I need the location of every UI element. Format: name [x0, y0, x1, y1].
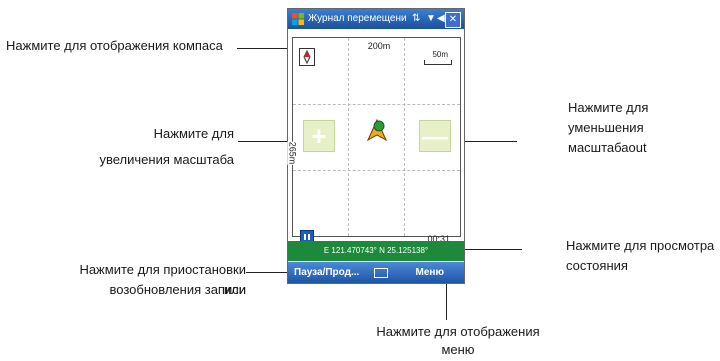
- ruler-icon: [424, 60, 452, 65]
- leader-status: [462, 249, 522, 250]
- minus-icon: —: [422, 121, 448, 151]
- grid-line: [404, 38, 405, 236]
- scale-top-label: 200m: [359, 41, 399, 51]
- keyboard-icon[interactable]: [374, 268, 388, 278]
- connectivity-icon[interactable]: ⇅: [412, 13, 420, 24]
- callout-zoom-in-2: увеличения масштаба: [99, 152, 234, 167]
- scale-side-label: 265m: [287, 141, 298, 165]
- zoom-in-button[interactable]: +: [303, 120, 335, 152]
- compass-icon: [303, 49, 311, 65]
- callout-menu-1: Нажмите для отображения: [376, 324, 540, 339]
- title-bar: Журнал перемещени ⇅ ▼ ◀ ✕: [288, 9, 464, 29]
- leader-pause: [246, 272, 290, 273]
- map-view[interactable]: 200m 265m 50m + — 00:31: [287, 29, 464, 244]
- callout-compass: Нажмите для отображения компаса: [6, 38, 223, 53]
- callout-zoom-out-2: уменьшения: [568, 120, 644, 135]
- callout-pause-2: возобновления записи: [109, 282, 246, 297]
- callout-status-1: Нажмите для просмотра: [566, 238, 715, 253]
- menu-bar: Пауза/Прод... Меню: [288, 262, 464, 283]
- map-frame: 200m 265m 50m + — 00:31: [287, 37, 461, 244]
- volume-icon[interactable]: ◀: [437, 13, 445, 24]
- grid-line: [348, 38, 349, 236]
- pause-resume-softkey[interactable]: Пауза/Прод...: [294, 267, 359, 278]
- callout-zoom-in-1: Нажмите для: [153, 126, 234, 141]
- callout-status-2: состояния: [566, 258, 628, 273]
- callout-menu-2: меню: [441, 342, 475, 357]
- device-screen: Журнал перемещени ⇅ ▼ ◀ ✕ 200m 265m 50m …: [287, 8, 465, 284]
- windows-flag-icon[interactable]: [292, 13, 304, 25]
- leader-compass: [237, 48, 289, 49]
- zoom-out-button[interactable]: —: [419, 120, 451, 152]
- menu-softkey[interactable]: Меню: [416, 267, 444, 278]
- grid-line: [293, 104, 460, 105]
- grid-line: [293, 170, 460, 171]
- leader-zoom-out: [457, 141, 517, 142]
- callout-zoom-out-1: Нажмите для: [568, 100, 649, 115]
- callout-zoom-out-3: масштабаout: [568, 140, 647, 155]
- window-title: Журнал перемещени: [308, 13, 407, 24]
- compass-button[interactable]: [299, 48, 315, 66]
- close-icon[interactable]: ✕: [445, 12, 461, 28]
- signal-icon[interactable]: ▼: [426, 13, 436, 24]
- plus-icon: +: [311, 121, 327, 151]
- position-marker-icon: [366, 118, 388, 142]
- ruler-label: 50m: [432, 50, 448, 59]
- coordinates-status-bar[interactable]: E 121.470743° N 25.125138°: [288, 241, 464, 261]
